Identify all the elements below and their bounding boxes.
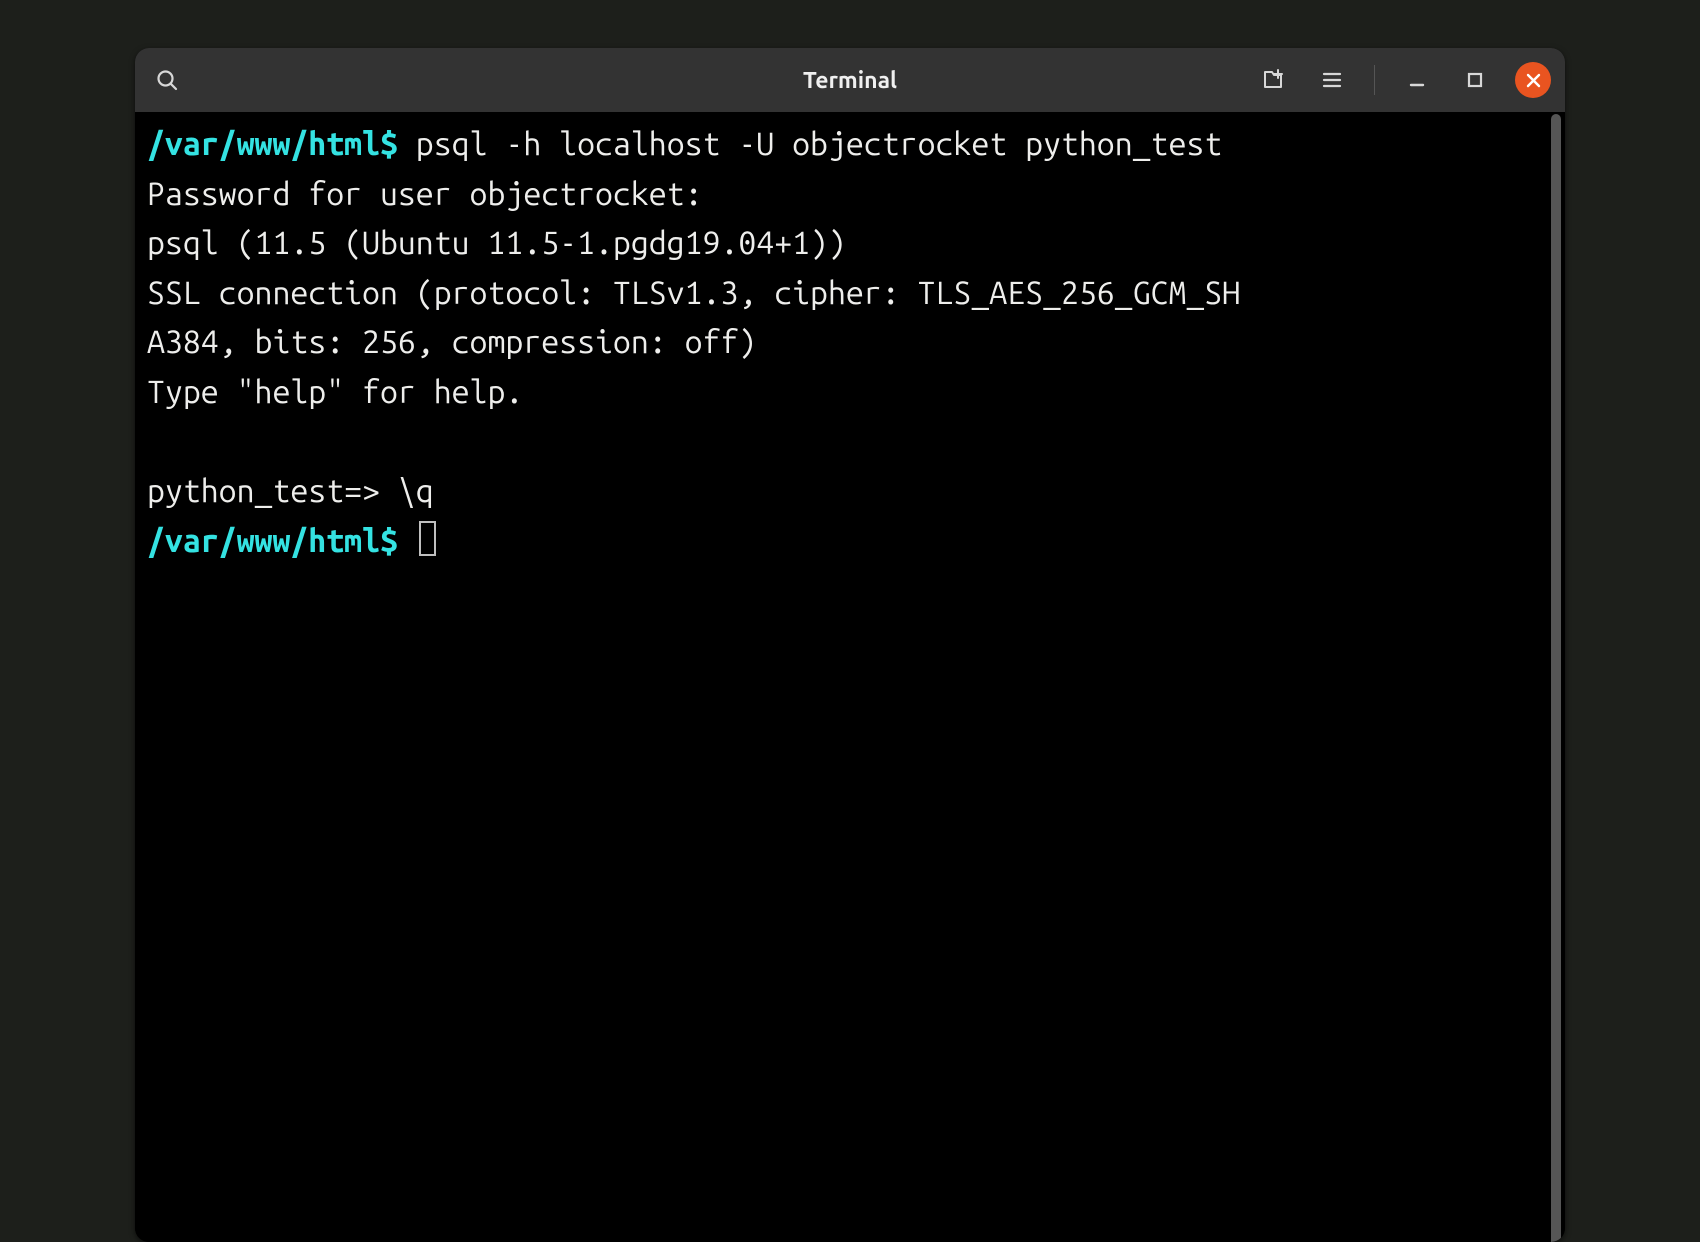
- terminal-window: Terminal: [135, 48, 1565, 1242]
- terminal-line: Password for user objectrocket:: [147, 176, 703, 212]
- command-text: [398, 523, 416, 559]
- scrollbar[interactable]: [1551, 114, 1561, 1242]
- prompt-path: /var/www/html: [147, 523, 380, 559]
- terminal-output[interactable]: /var/www/html$ psql -h localhost -U obje…: [135, 112, 1565, 1242]
- prompt-path: /var/www/html: [147, 126, 380, 162]
- prompt-dollar: $: [380, 126, 398, 162]
- minimize-button[interactable]: [1399, 62, 1435, 98]
- maximize-button[interactable]: [1457, 62, 1493, 98]
- command-text: psql -h localhost -U objectrocket python…: [398, 126, 1222, 162]
- terminal-line: A384, bits: 256, compression: off): [147, 324, 756, 360]
- terminal-line: SSL connection (protocol: TLSv1.3, ciphe…: [147, 275, 1240, 311]
- psql-prompt: python_test=>: [147, 473, 398, 509]
- titlebar-right: [1256, 62, 1551, 98]
- terminal-line: psql (11.5 (Ubuntu 11.5-1.pgdg19.04+1)): [147, 225, 846, 261]
- new-tab-icon[interactable]: [1256, 62, 1292, 98]
- scrollbar-thumb[interactable]: [1551, 114, 1561, 1242]
- prompt-dollar: $: [380, 523, 398, 559]
- hamburger-menu-icon[interactable]: [1314, 62, 1350, 98]
- terminal-line: Type "help" for help.: [147, 374, 523, 410]
- titlebar: Terminal: [135, 48, 1565, 112]
- window-title: Terminal: [803, 68, 897, 93]
- psql-command: \q: [398, 473, 434, 509]
- search-icon[interactable]: [149, 62, 185, 98]
- close-button[interactable]: [1515, 62, 1551, 98]
- titlebar-left: [149, 62, 185, 98]
- cursor: [419, 521, 436, 556]
- titlebar-divider: [1374, 65, 1375, 95]
